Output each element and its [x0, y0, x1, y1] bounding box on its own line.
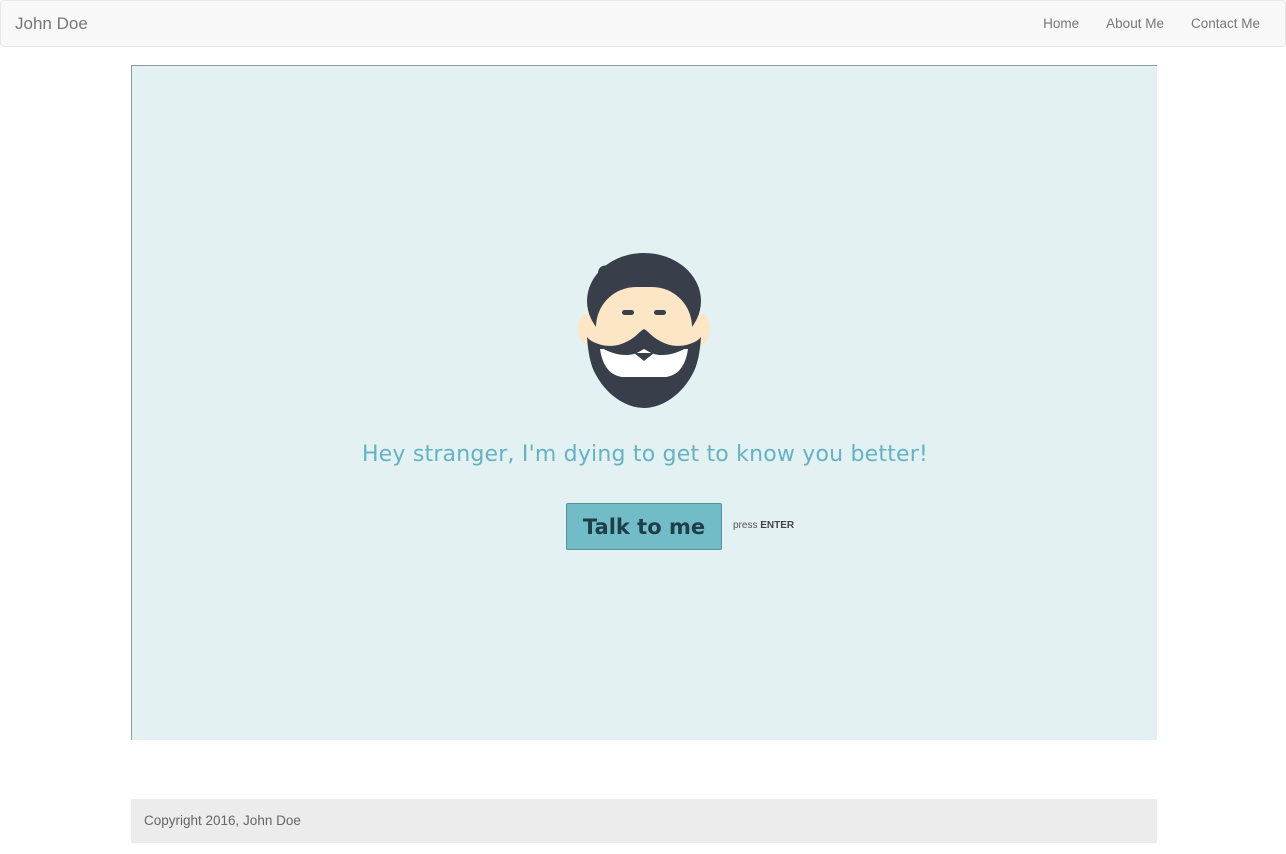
chat-intro-panel: Hey stranger, I'm dying to get to know y…	[131, 65, 1157, 740]
hint-key: ENTER	[760, 520, 795, 531]
hint-prefix: press	[733, 520, 758, 531]
nav-home-link[interactable]: Home	[1030, 1, 1093, 46]
top-navbar: John Doe Home About Me Contact Me	[0, 0, 1286, 47]
talk-to-me-button[interactable]: Talk to me	[566, 503, 722, 550]
nav-contact-link[interactable]: Contact Me	[1177, 1, 1285, 46]
keyboard-hint: press ENTER	[733, 520, 794, 531]
bearded-man-avatar-icon	[578, 253, 710, 408]
nav-links: Home About Me Contact Me	[1030, 1, 1285, 46]
brand-link[interactable]: John Doe	[15, 14, 88, 34]
copyright-text: Copyright 2016, John Doe	[144, 813, 301, 828]
nav-about-link[interactable]: About Me	[1093, 1, 1178, 46]
page-footer: Copyright 2016, John Doe	[131, 799, 1157, 843]
hero-tagline: Hey stranger, I'm dying to get to know y…	[361, 442, 929, 467]
